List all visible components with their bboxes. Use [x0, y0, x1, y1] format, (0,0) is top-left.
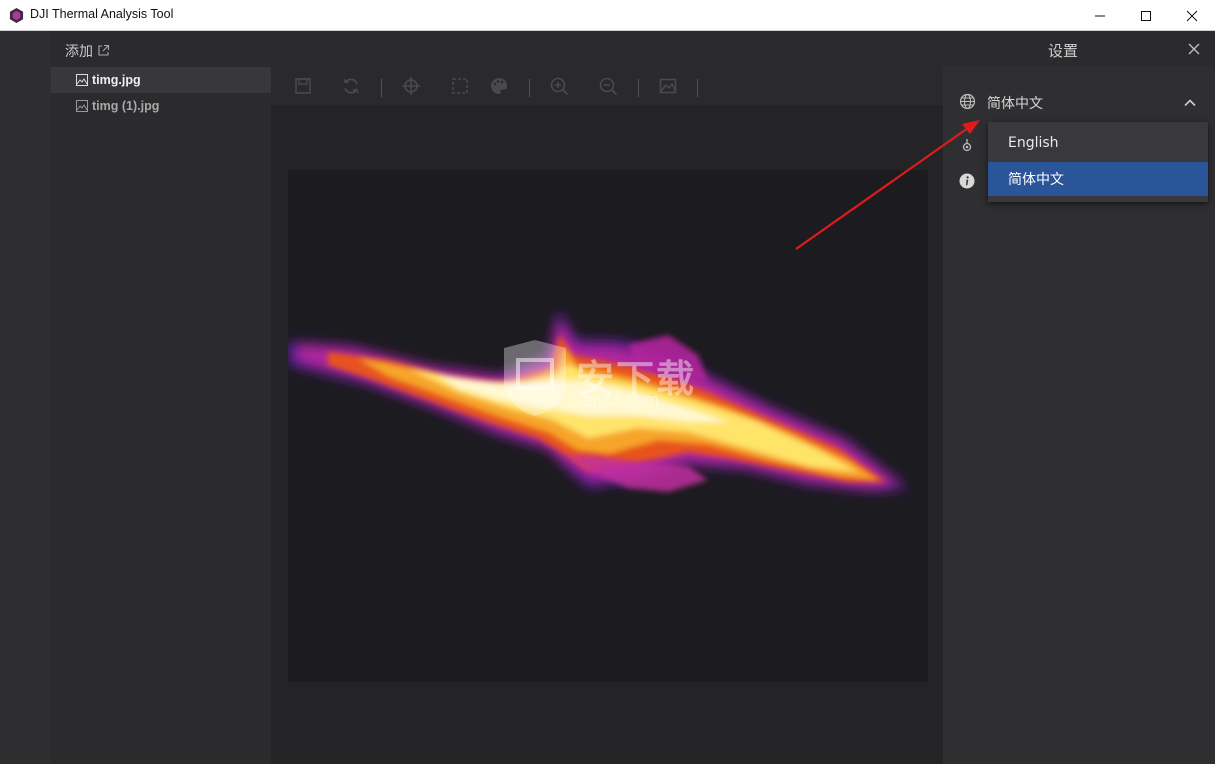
close-settings-icon[interactable] — [1186, 41, 1202, 57]
file-name: timg.jpg — [92, 73, 141, 87]
left-strip — [0, 31, 51, 764]
window-titlebar: DJI Thermal Analysis Tool — [0, 0, 1215, 31]
add-label: 添加 — [65, 44, 93, 60]
window-title: DJI Thermal Analysis Tool — [30, 7, 174, 21]
language-option-english[interactable]: English — [988, 126, 1208, 160]
watermark: 安下载 anxz.com — [498, 338, 718, 418]
refresh-icon[interactable] — [341, 76, 361, 96]
image-icon — [76, 100, 88, 112]
settings-panel: 简体中文 English 简体中文 — [943, 67, 1215, 764]
file-sidebar: 添加 timg.jpg timg (1).jpg — [51, 31, 271, 764]
chevron-up-icon — [1184, 99, 1196, 107]
language-dropdown: English 简体中文 — [988, 122, 1208, 202]
info-icon[interactable] — [959, 173, 975, 189]
close-icon — [1186, 10, 1198, 21]
image-toolbar — [271, 67, 943, 105]
image-icon — [76, 74, 88, 86]
main-viewer: 安下载 anxz.com — [271, 67, 943, 764]
toolbar-separator — [697, 79, 698, 97]
save-icon[interactable] — [293, 76, 313, 96]
shield-watermark-icon — [504, 340, 566, 416]
watermark-subtext: anxz.com — [582, 390, 660, 410]
thermal-image[interactable]: 安下载 anxz.com — [288, 170, 928, 682]
close-window-button[interactable] — [1169, 0, 1215, 31]
crosshair-icon[interactable] — [401, 76, 421, 96]
globe-icon — [959, 93, 976, 110]
language-value: 简体中文 — [987, 96, 1043, 112]
toolbar-separator — [529, 79, 530, 97]
minimize-icon — [1095, 15, 1105, 16]
image-export-icon[interactable] — [658, 76, 678, 96]
external-link-icon — [98, 44, 110, 56]
maximize-button[interactable] — [1123, 0, 1169, 31]
file-item-timg[interactable]: timg.jpg — [51, 67, 271, 93]
file-item-timg-1[interactable]: timg (1).jpg — [51, 93, 271, 119]
settings-title: 设置 — [1048, 42, 1079, 60]
toolbar-separator — [638, 79, 639, 97]
add-button[interactable]: 添加 — [65, 41, 110, 61]
maximize-icon — [1141, 10, 1151, 21]
language-selector[interactable]: 简体中文 — [957, 91, 1207, 113]
app-logo-icon — [9, 8, 24, 23]
palette-icon[interactable] — [489, 76, 509, 96]
temperature-icon[interactable] — [959, 137, 975, 153]
toolbar-separator — [381, 79, 382, 97]
file-name: timg (1).jpg — [92, 99, 160, 113]
zoom-out-icon[interactable] — [598, 76, 618, 96]
language-option-chinese[interactable]: 简体中文 — [988, 162, 1208, 196]
minimize-button[interactable] — [1077, 0, 1123, 31]
zoom-in-icon[interactable] — [549, 76, 569, 96]
thermal-aircraft-image — [288, 310, 908, 492]
sidebar-header: 添加 — [51, 31, 271, 67]
selection-icon[interactable] — [450, 76, 470, 96]
